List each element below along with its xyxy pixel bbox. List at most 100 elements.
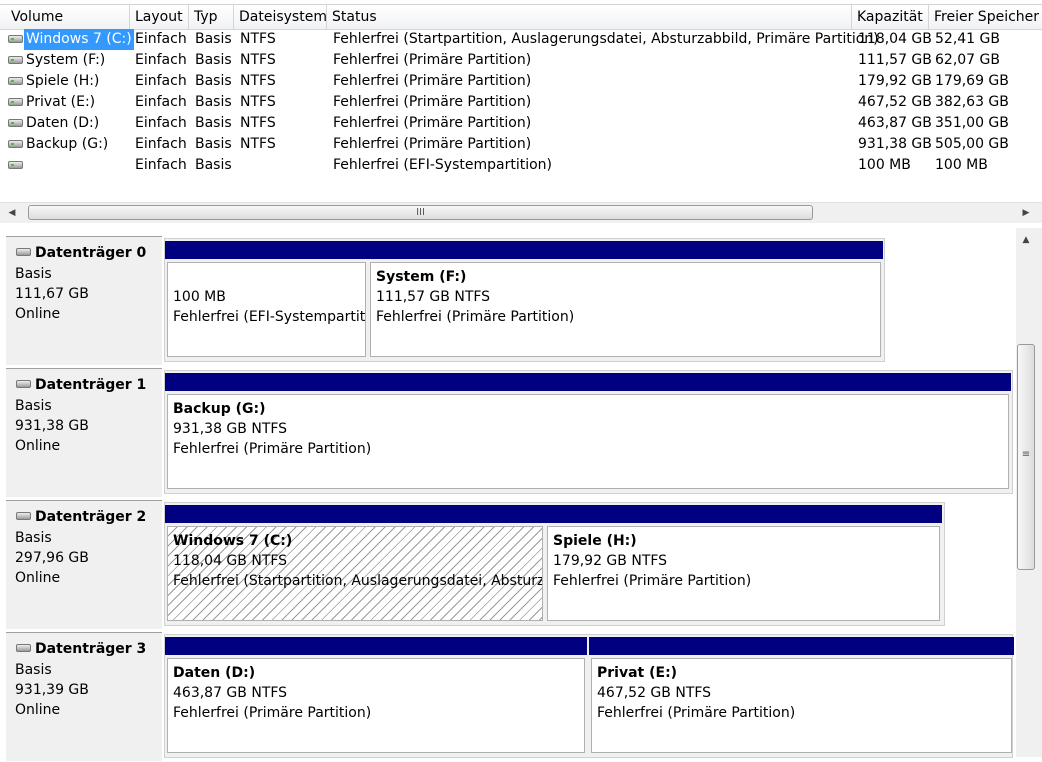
volume-cell-typ: Basis	[195, 157, 232, 173]
disk-info-panel[interactable]: Datenträger 0 Basis 111,67 GB Online	[6, 236, 162, 366]
disk-size: 931,38 GB	[15, 418, 89, 434]
partition-body[interactable]: 100 MB Fehlerfrei (EFI-Systempartition)	[167, 262, 366, 357]
disk-info-panel[interactable]: Datenträger 3 Basis 931,39 GB Online	[6, 632, 162, 762]
disk-name: Datenträger 2	[35, 509, 147, 525]
disk-drive-icon	[16, 512, 31, 520]
volume-drive-icon	[8, 140, 23, 148]
disk-state: Online	[15, 570, 61, 586]
disk-info-panel[interactable]: Datenträger 1 Basis 931,38 GB Online	[6, 368, 162, 498]
volume-cell-name: Daten (D:)	[26, 115, 100, 131]
volume-row[interactable]: System (F:) Einfach Basis NTFS Fehlerfrei (P…	[0, 50, 1042, 71]
volume-cell-name: Windows 7 (C:)	[24, 29, 134, 50]
partition-body[interactable]: Spiele (H:) 179,92 GB NTFS Fehlerfrei (Pri…	[547, 526, 940, 621]
partition-block[interactable]: Daten (D:) 463,87 GB NTFS Fehlerfrei (Prim…	[165, 637, 587, 755]
partition-size: 100 MB	[173, 289, 226, 305]
disk-name: Datenträger 3	[35, 641, 147, 657]
volume-cell-typ: Basis	[195, 52, 232, 68]
volume-list: Volume Layout Typ Dateisystem Status Kap…	[0, 0, 1042, 228]
disk-type: Basis	[15, 398, 52, 414]
volume-cell-status: Fehlerfrei (Primäre Partition)	[333, 52, 532, 68]
partition-header-bar	[165, 241, 368, 259]
volume-cell-layout: Einfach	[135, 157, 187, 173]
volume-drive-icon	[8, 35, 23, 43]
volume-cell-fs: NTFS	[240, 31, 276, 47]
volume-cell-cap: 118,04 GB	[858, 31, 932, 47]
column-header-status[interactable]: Status	[327, 5, 852, 29]
partition-body[interactable]: System (F:) 111,57 GB NTFS Fehlerfrei (Pri…	[370, 262, 881, 357]
disk-size: 931,39 GB	[15, 682, 89, 698]
partition-body[interactable]: Backup (G:) 931,38 GB NTFS Fehlerfrei (Pri…	[167, 394, 1009, 489]
disk-row: Datenträger 0 Basis 111,67 GB Online 100 MB F…	[6, 236, 1014, 366]
volume-drive-icon	[8, 98, 23, 106]
volume-cell-name: System (F:)	[26, 52, 106, 68]
partition-block[interactable]: System (F:) 111,57 GB NTFS Fehlerfrei (Pri…	[368, 241, 883, 359]
volume-row[interactable]: Daten (D:) Einfach Basis NTFS Fehlerfrei (Pr…	[0, 113, 1042, 134]
partition-block[interactable]: Privat (E:) 467,52 GB NTFS Fehlerfrei (Pri…	[589, 637, 1014, 755]
partition-name: Windows 7 (C:)	[173, 533, 293, 549]
volume-cell-cap: 100 MB	[858, 157, 911, 173]
partition-size: 467,52 GB NTFS	[597, 685, 712, 701]
volume-cell-layout: Einfach	[135, 136, 187, 152]
partition-block[interactable]: Backup (G:) 931,38 GB NTFS Fehlerfrei (Pri…	[165, 373, 1011, 491]
volume-row[interactable]: Backup (G:) Einfach Basis NTFS Fehlerfrei (P…	[0, 134, 1042, 155]
column-header-kapazitaet[interactable]: Kapazität	[852, 5, 929, 29]
partition-body[interactable]: Daten (D:) 463,87 GB NTFS Fehlerfrei (Prim…	[167, 658, 585, 753]
partition-size: 179,92 GB NTFS	[553, 553, 668, 569]
volume-cell-fs: NTFS	[240, 94, 276, 110]
volume-row[interactable]: Privat (E:) Einfach Basis NTFS Fehlerfrei (P…	[0, 92, 1042, 113]
partition-name: Backup (G:)	[173, 401, 266, 417]
volume-drive-icon	[8, 77, 23, 85]
partition-header-bar	[165, 505, 545, 523]
partition-body[interactable]: Windows 7 (C:) 118,04 GB NTFS Fehlerfrei (…	[167, 526, 543, 621]
partition-header-bar	[545, 505, 942, 523]
column-header-volume[interactable]: Volume	[6, 5, 130, 29]
volume-cell-typ: Basis	[195, 115, 232, 131]
disk-row: Datenträger 1 Basis 931,38 GB Online Backup …	[6, 368, 1014, 498]
partition-block[interactable]: Windows 7 (C:) 118,04 GB NTFS Fehlerfrei (…	[165, 505, 545, 623]
volume-cell-status: Fehlerfrei (Primäre Partition)	[333, 136, 532, 152]
disk-type: Basis	[15, 662, 52, 678]
scroll-right-arrow-icon[interactable]: ▶	[1016, 203, 1036, 223]
partition-status: Fehlerfrei (Primäre Partition)	[376, 309, 575, 325]
disk-drive-icon	[16, 380, 31, 388]
volume-cell-typ: Basis	[195, 94, 232, 110]
column-header-freier-speicher[interactable]: Freier Speicher	[929, 5, 1042, 29]
volume-cell-free: 351,00 GB	[935, 115, 1009, 131]
column-header-typ[interactable]: Typ	[189, 5, 234, 29]
vertical-scroll-thumb[interactable]: ≡	[1017, 344, 1035, 570]
volume-row[interactable]: Windows 7 (C:) Einfach Basis NTFS Fehlerfrei…	[0, 29, 1042, 50]
partition-name: Daten (D:)	[173, 665, 256, 681]
partition-header-bar	[165, 373, 1011, 391]
volume-cell-free: 62,07 GB	[935, 52, 1000, 68]
partition-status: Fehlerfrei (Startpartition, Auslagerungs…	[173, 573, 543, 589]
column-header-dateisystem[interactable]: Dateisystem	[234, 5, 327, 29]
vertical-scrollbar[interactable]: ▲ ≡	[1016, 228, 1042, 757]
scroll-left-arrow-icon[interactable]: ◀	[2, 203, 22, 223]
volume-cell-fs: NTFS	[240, 52, 276, 68]
scroll-up-arrow-icon[interactable]: ▲	[1016, 230, 1036, 250]
disk-name: Datenträger 1	[35, 377, 147, 393]
volume-cell-fs: NTFS	[240, 136, 276, 152]
volume-row[interactable]: Einfach Basis Fehlerfrei (EFI-Systempartit…	[0, 155, 1042, 176]
volume-cell-status: Fehlerfrei (EFI-Systempartition)	[333, 157, 552, 173]
volume-cell-fs: NTFS	[240, 73, 276, 89]
partition-body[interactable]: Privat (E:) 467,52 GB NTFS Fehlerfrei (Pri…	[591, 658, 1012, 753]
volume-cell-free: 382,63 GB	[935, 94, 1009, 110]
volume-drive-icon	[8, 56, 23, 64]
disk-size: 111,67 GB	[15, 286, 89, 302]
disk-size: 297,96 GB	[15, 550, 89, 566]
horizontal-scrollbar[interactable]: ◀ III ▶	[0, 202, 1042, 223]
volume-cell-name: Backup (G:)	[26, 136, 109, 152]
disk-state: Online	[15, 438, 61, 454]
volume-row[interactable]: Spiele (H:) Einfach Basis NTFS Fehlerfrei (P…	[0, 71, 1042, 92]
partition-block[interactable]: Spiele (H:) 179,92 GB NTFS Fehlerfrei (Pri…	[545, 505, 942, 623]
horizontal-scroll-thumb[interactable]: III	[28, 205, 813, 220]
volume-cell-cap: 931,38 GB	[858, 136, 932, 152]
partition-size: 118,04 GB NTFS	[173, 553, 288, 569]
volume-cell-cap: 111,57 GB	[858, 52, 932, 68]
partition-block[interactable]: 100 MB Fehlerfrei (EFI-Systempartition)	[165, 241, 368, 359]
column-header-layout[interactable]: Layout	[130, 5, 189, 29]
volume-cell-status: Fehlerfrei (Startpartition, Auslagerungs…	[333, 31, 879, 47]
volume-cell-typ: Basis	[195, 136, 232, 152]
disk-info-panel[interactable]: Datenträger 2 Basis 297,96 GB Online	[6, 500, 162, 630]
